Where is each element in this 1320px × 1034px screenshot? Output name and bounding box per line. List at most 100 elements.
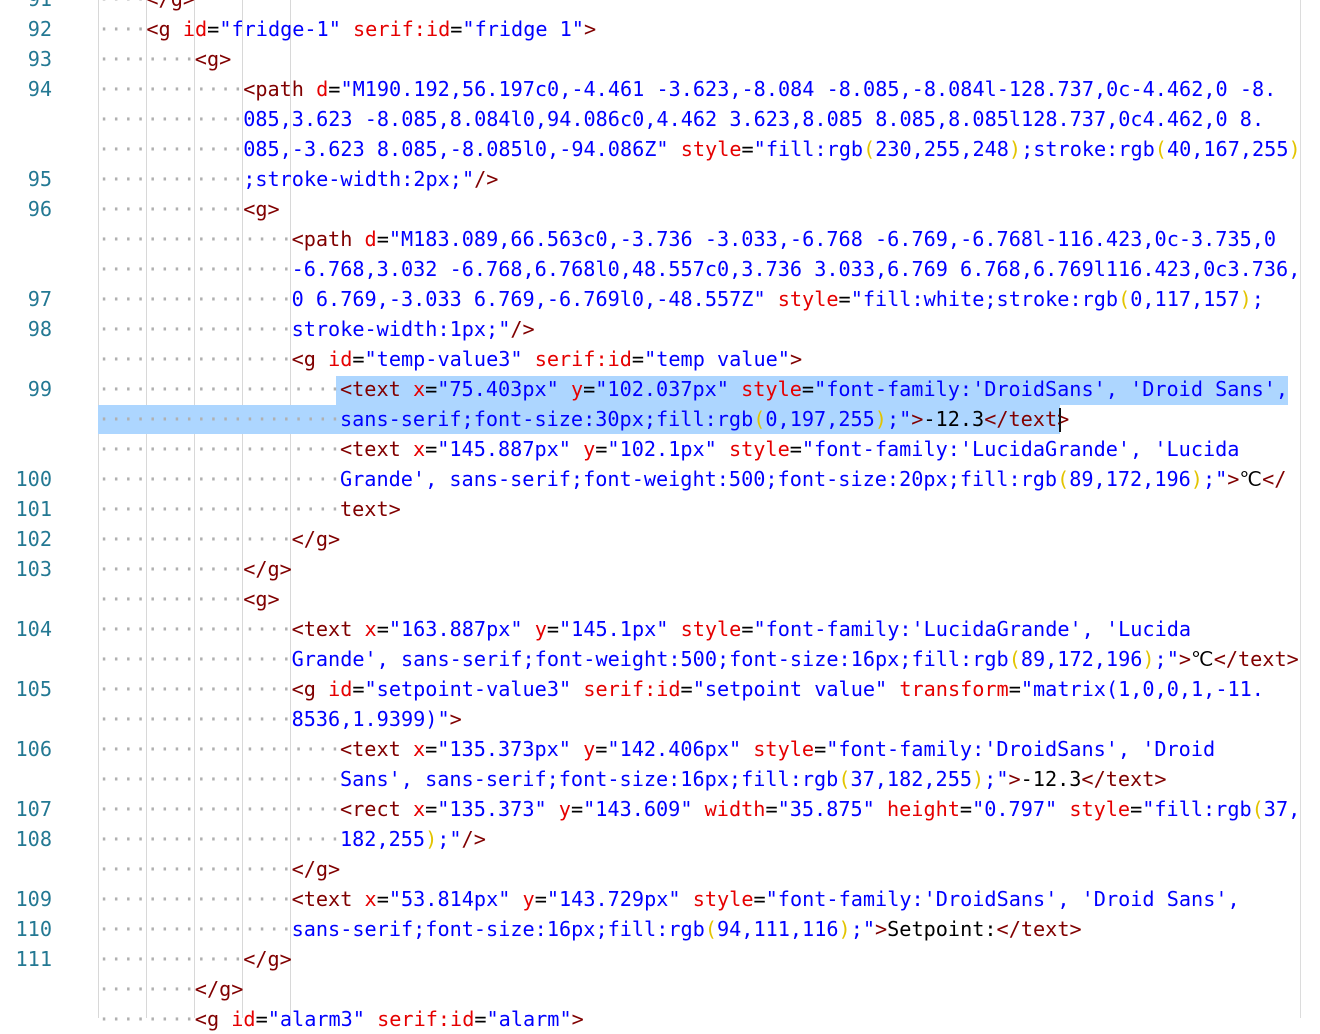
code-token: transform xyxy=(899,677,1009,701)
code-line[interactable]: text> xyxy=(340,494,401,524)
code-line[interactable]: <path d="M190.192,56.197c0,-4.461 -3.623… xyxy=(243,74,1276,104)
line-number: 102 xyxy=(15,527,52,551)
whitespace-dots: ················ xyxy=(98,617,293,641)
line-number: 92 xyxy=(27,17,52,41)
whitespace-dots: ················ xyxy=(98,917,293,941)
code-token: <g xyxy=(146,17,183,41)
code-token: sans-serif;font-size:16px;fill:rgb xyxy=(291,917,705,941)
line-number: 96 xyxy=(27,197,52,221)
whitespace-dots: ···················· xyxy=(98,497,342,521)
code-line[interactable]: 085,3.623 -8.085,8.084l0,94.086c0,4.462 … xyxy=(243,104,1264,134)
code-line[interactable]: <text x="53.814px" y="143.729px" style="… xyxy=(292,884,1240,914)
code-token: = xyxy=(741,137,754,161)
code-token: "M190.192,56.197c0,-4.461 -3.623,-8.084 … xyxy=(340,77,1277,101)
code-token: </g> xyxy=(291,527,341,551)
whitespace-dots: ···················· xyxy=(98,797,342,821)
code-editor[interactable]: 91 92 93 94 95 96 97 98 99 100 101 102 103 104 105 106 1… xyxy=(0,0,1320,1031)
whitespace-dots: ················ xyxy=(98,707,293,731)
code-line[interactable]: <text x="135.373px" y="142.406px" style=… xyxy=(340,734,1215,764)
code-token: "temp value" xyxy=(644,347,790,371)
code-token: ( xyxy=(753,407,766,431)
code-token: "53.814px" xyxy=(388,887,523,911)
code-token: 89,172,196 xyxy=(1020,647,1143,671)
code-token: <g> xyxy=(243,587,280,611)
code-line[interactable]: 8536,1.9399)"> xyxy=(292,704,462,734)
code-line[interactable]: ;stroke-width:2px;"/> xyxy=(243,164,498,194)
code-line[interactable]: </g> xyxy=(195,974,244,1004)
code-token: serif:id xyxy=(377,1007,475,1031)
code-token: style xyxy=(680,617,742,641)
code-token: id xyxy=(328,347,353,371)
whitespace-dots: ············ xyxy=(98,557,244,581)
code-token: /> xyxy=(510,317,535,341)
whitespace-dots: ···················· xyxy=(98,407,342,431)
code-token: Grande', sans-serif;font-weight:500;font… xyxy=(291,647,1009,671)
code-line[interactable]: <g> xyxy=(243,194,279,224)
code-line[interactable]: <text x="75.403px" y="102.037px" style="… xyxy=(340,374,1288,404)
code-line[interactable]: <g id="temp-value3" serif:id="temp value… xyxy=(292,344,803,374)
code-token: ( xyxy=(704,917,717,941)
code-line[interactable]: <text x="163.887px" y="145.1px" style="f… xyxy=(292,614,1191,644)
code-line[interactable]: Grande', sans-serif;font-weight:500;font… xyxy=(340,464,1286,494)
code-token: height xyxy=(886,797,960,821)
code-token: "font-family:'LucidaGrande', 'Lucida xyxy=(753,617,1192,641)
code-token: ( xyxy=(863,137,876,161)
code-line[interactable]: </g> xyxy=(243,554,292,584)
code-token: 94,111,116 xyxy=(716,917,839,941)
line-number: 97 xyxy=(27,287,52,311)
code-line[interactable]: Sans', sans-serif;font-size:16px;fill:rg… xyxy=(340,764,1167,794)
code-token: </g> xyxy=(146,0,195,11)
code-token: = xyxy=(595,737,608,761)
code-line[interactable]: </g> xyxy=(292,524,341,554)
code-line[interactable]: <text x="145.887px" y="102.1px" style="f… xyxy=(340,434,1239,464)
line-number: 110 xyxy=(15,917,52,941)
whitespace-dots: ···················· xyxy=(98,827,342,851)
code-line[interactable]: <g id="alarm3" serif:id="alarm"> xyxy=(195,1004,584,1034)
code-line[interactable]: -6.768,3.032 -6.768,6.768l0,48.557c0,3.7… xyxy=(292,254,1301,284)
whitespace-dots: ············ xyxy=(98,587,244,611)
code-token: serif:id xyxy=(583,677,681,701)
code-line[interactable]: </g> xyxy=(146,0,195,14)
code-token: ( xyxy=(1008,647,1021,671)
code-token: width xyxy=(704,797,766,821)
code-token: > xyxy=(449,707,462,731)
whitespace-dots: ················ xyxy=(98,347,293,371)
code-token: ;" xyxy=(1154,647,1179,671)
code-token: </g> xyxy=(291,857,341,881)
code-token: ( xyxy=(1251,797,1264,821)
line-number: 99 xyxy=(27,377,52,401)
code-line[interactable]: Grande', sans-serif;font-weight:500;font… xyxy=(292,644,1299,674)
line-number: 106 xyxy=(15,737,52,761)
code-token: > xyxy=(1008,767,1021,791)
whitespace-dots: ············ xyxy=(98,77,244,101)
code-line[interactable]: <rect x="135.373" y="143.609" width="35.… xyxy=(340,794,1300,824)
line-number: 91 xyxy=(0,0,52,14)
code-line[interactable]: <path d="M183.089,66.563c0,-3.736 -3.033… xyxy=(292,224,1277,254)
code-line[interactable]: 182,255);"/> xyxy=(340,824,486,854)
code-line[interactable]: sans-serif;font-size:30px;fill:rgb(0,197… xyxy=(340,404,1069,434)
whitespace-dots: ···················· xyxy=(98,467,342,491)
code-line[interactable]: <g> xyxy=(243,584,279,614)
code-line[interactable]: 085,-3.623 8.085,-8.085l0,-94.086Z" styl… xyxy=(243,134,1300,164)
code-token: Sans', sans-serif;font-size:16px;fill:rg… xyxy=(340,767,839,791)
code-token: <text xyxy=(340,437,413,461)
line-number: 111 xyxy=(15,947,52,971)
code-token: <text xyxy=(340,377,413,401)
code-line[interactable]: <g> xyxy=(195,44,231,74)
code-line[interactable]: </g> xyxy=(292,854,341,884)
code-token: <g> xyxy=(194,47,232,71)
code-token: <g> xyxy=(243,197,280,221)
whitespace-dots: ················ xyxy=(98,857,293,881)
code-line[interactable]: 0 6.769,-3.033 6.769,-6.769l0,-48.557Z" … xyxy=(292,284,1264,314)
text-cursor xyxy=(1059,408,1061,432)
whitespace-dots: ···· xyxy=(98,17,147,41)
code-line[interactable]: <g id="fridge-1" serif:id="fridge 1"> xyxy=(146,14,596,44)
code-token: -6.768,3.032 -6.768,6.768l0,48.557c0,3.7… xyxy=(291,257,1301,281)
code-token: = xyxy=(595,437,608,461)
code-line[interactable]: <g id="setpoint-value3" serif:id="setpoi… xyxy=(292,674,1264,704)
code-line[interactable]: </g> xyxy=(243,944,292,974)
code-line[interactable]: sans-serif;font-size:16px;fill:rgb(94,11… xyxy=(292,914,1082,944)
code-token: ( xyxy=(838,767,851,791)
code-line[interactable]: stroke-width:1px;"/> xyxy=(292,314,535,344)
code-token: style xyxy=(692,887,754,911)
